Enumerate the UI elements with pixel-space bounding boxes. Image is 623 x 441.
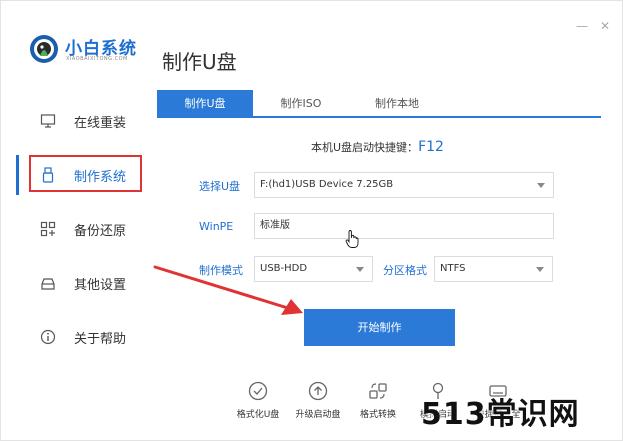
check-circle-icon (248, 381, 268, 401)
sidebar-item-about-help[interactable]: 关于帮助 (16, 317, 146, 357)
partition-format-label: 分区格式 (383, 264, 427, 277)
tool-label: 格式转换 (359, 410, 396, 420)
page-title: 制作U盘 (162, 50, 237, 74)
partition-format-select[interactable]: NTFS (434, 256, 553, 282)
chevron-down-icon (536, 267, 544, 272)
sidebar-item-label: 其他设置 (74, 278, 127, 293)
sidebar-item-label: 关于帮助 (74, 332, 127, 347)
close-button[interactable]: ✕ (598, 19, 612, 33)
annotation-arrow (153, 265, 303, 315)
tab-make-iso[interactable]: 制作ISO (253, 90, 349, 118)
tab-bar: 制作U盘 制作ISO 制作本地 (157, 90, 601, 118)
sidebar-item-online-reinstall[interactable]: 在线重装 (16, 101, 146, 141)
app-logo: 小白系统 XIAOBAIXITONG.COM (29, 32, 139, 68)
tab-make-local[interactable]: 制作本地 (349, 90, 445, 118)
shortcut-label: 本机U盘启动快捷键： (311, 141, 419, 154)
tray-icon (41, 278, 55, 290)
sidebar-item-other-settings[interactable]: 其他设置 (16, 263, 146, 303)
tool-upgrade-boot-disk[interactable]: 升级启动盘 (288, 381, 348, 426)
watermark-text: 513常识网 (421, 397, 580, 432)
info-icon (40, 329, 56, 345)
tool-label: 升级启动盘 (295, 410, 341, 420)
sidebar-item-label: 在线重装 (74, 116, 127, 131)
winpe-value: 标准版 (260, 220, 290, 231)
hand-cursor-icon (345, 230, 359, 248)
active-indicator (16, 155, 19, 195)
usb-select-label: 选择U盘 (199, 180, 241, 193)
upload-circle-icon (308, 381, 328, 401)
sidebar: 在线重装 制作系统 备份还原 其他设置 关于帮助 (16, 93, 146, 373)
shortcut-key: F12 (418, 139, 444, 155)
chevron-down-icon (537, 183, 545, 188)
sidebar-item-label: 备份还原 (74, 224, 127, 239)
winpe-label: WinPE (199, 220, 234, 233)
minimize-button[interactable]: — (575, 19, 589, 33)
tool-format-usb[interactable]: 格式化U盘 (228, 381, 288, 426)
tab-make-usb[interactable]: 制作U盘 (157, 90, 253, 118)
convert-icon (369, 383, 387, 399)
usb-device-select[interactable]: F:(hd1)USB Device 7.25GB (254, 172, 554, 198)
winpe-select[interactable]: 标准版 (254, 213, 554, 239)
monitor-icon (40, 114, 56, 128)
sidebar-item-backup-restore[interactable]: 备份还原 (16, 209, 146, 249)
annotation-highlight-box (29, 155, 142, 192)
start-make-button[interactable]: 开始制作 (304, 309, 455, 346)
tool-format-convert[interactable]: 格式转换 (348, 381, 408, 426)
app-window: 小白系统 XIAOBAIXITONG.COM 制作U盘 — ✕ 在线重装 制作系… (0, 0, 623, 441)
tool-label: 格式化U盘 (236, 410, 280, 420)
logo-mark-icon (30, 35, 58, 63)
usb-device-value: F:(hd1)USB Device 7.25GB (260, 179, 394, 190)
partition-format-value: NTFS (440, 263, 466, 274)
grid-icon (40, 221, 56, 237)
shortcut-hint: 本机U盘启动快捷键：F12 (311, 139, 444, 155)
chevron-down-icon (356, 267, 364, 272)
brand-subtitle: XIAOBAIXITONG.COM (66, 56, 128, 62)
